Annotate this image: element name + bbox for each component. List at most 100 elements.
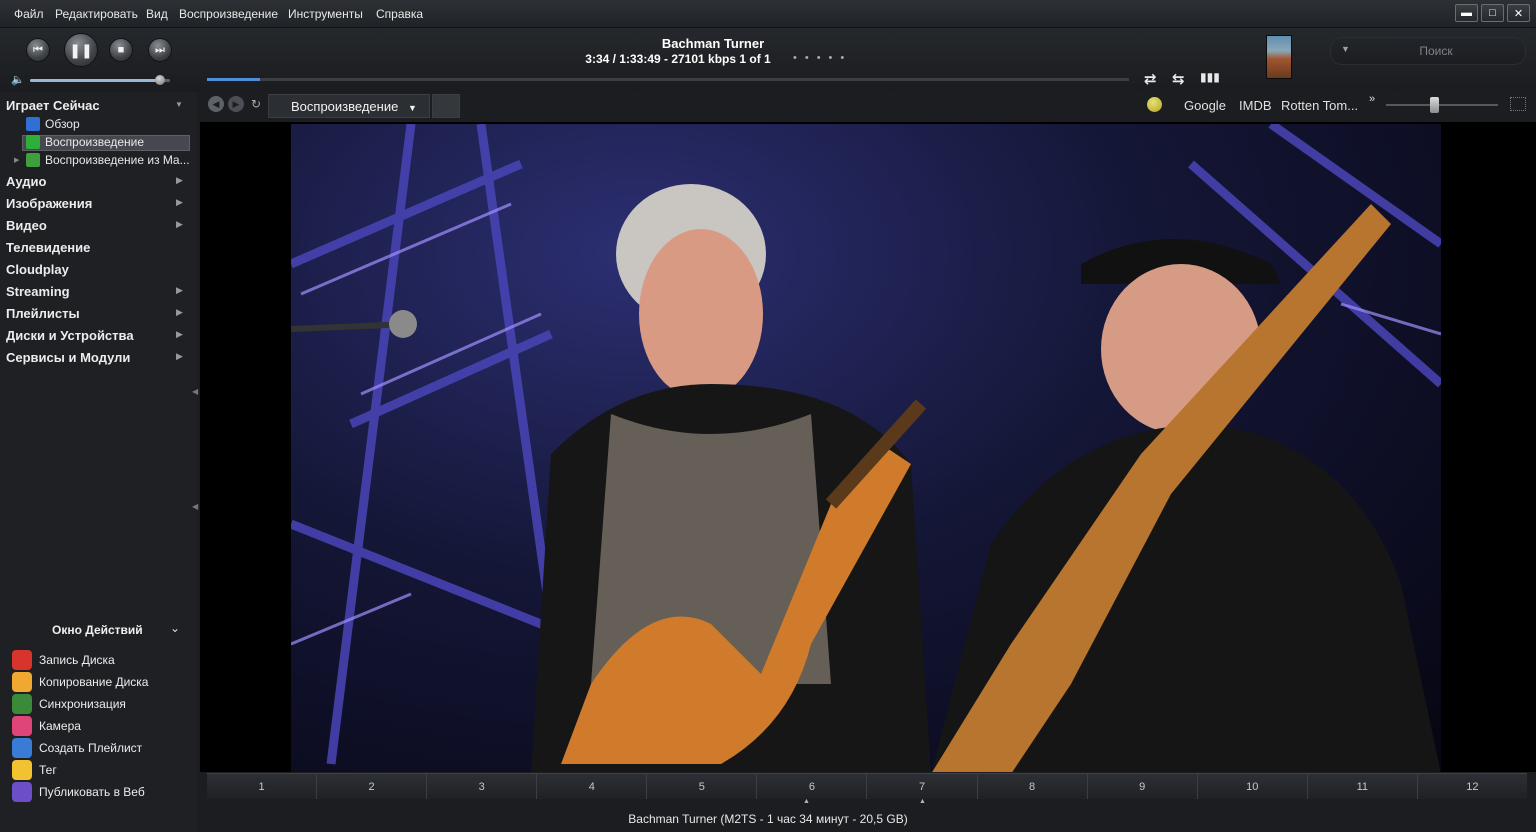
refresh-icon[interactable]: ↻ (248, 96, 264, 112)
search-dropdown-icon[interactable]: ▼ (1341, 44, 1350, 54)
action-rip-disc[interactable]: Копирование Диска (12, 672, 148, 692)
sidebar-item-label: Обзор (45, 117, 80, 131)
action-label: Синхронизация (39, 697, 126, 711)
maximize-button[interactable]: □ (1481, 4, 1504, 22)
chapter-marker[interactable]: 2 (317, 774, 428, 799)
menu-edit[interactable]: Редактировать (55, 7, 138, 21)
chapter-marker[interactable]: 9 (1088, 774, 1198, 799)
sidebar-item-playback-from[interactable]: Воспроизведение из Ma... (26, 153, 190, 169)
action-label: Запись Диска (39, 653, 115, 667)
track-title: Bachman Turner (661, 36, 765, 51)
action-window-title[interactable]: Окно Действий (52, 623, 143, 637)
next-icon: ⏭ (155, 43, 165, 56)
chapter-marker[interactable]: 4 (537, 774, 648, 799)
equalizer-icon[interactable]: ▮▮▮ (1200, 70, 1220, 84)
chapter-marker[interactable]: 10 (1198, 774, 1308, 799)
chevron-right-icon[interactable]: ▶ (176, 219, 183, 230)
chevron-down-icon: ▼ (407, 103, 417, 113)
minimize-button[interactable]: ▬ (1455, 4, 1478, 22)
menu-help[interactable]: Справка (376, 7, 423, 21)
zoom-slider[interactable] (1386, 104, 1498, 106)
pause-button[interactable]: ❚❚ (64, 33, 98, 67)
collapse-sidebar-icon[interactable]: ◀ (192, 502, 198, 511)
link-google[interactable]: Google (1184, 98, 1226, 113)
sidebar-item-drives-devices[interactable]: Диски и Устройства (6, 328, 134, 343)
close-button[interactable]: ✕ (1507, 4, 1530, 22)
seek-bar[interactable] (207, 78, 1129, 81)
more-links-icon[interactable]: » (1369, 93, 1375, 105)
sidebar-item-cloudplay[interactable]: Cloudplay (6, 262, 69, 277)
speaker-icon[interactable]: 🔈 (11, 73, 25, 86)
seek-progress (207, 78, 261, 81)
stop-button[interactable]: ■ (109, 38, 133, 62)
previous-button[interactable]: ⏮ (26, 38, 50, 62)
chevron-right-icon[interactable]: ▶ (176, 307, 183, 318)
rating-dots[interactable]: ••••• (793, 52, 852, 64)
action-burn-disc[interactable]: Запись Диска (12, 650, 115, 670)
menu-file[interactable]: Файл (14, 7, 44, 21)
action-sync[interactable]: Синхронизация (12, 694, 126, 714)
grid-icon[interactable] (1510, 97, 1526, 111)
link-imdb[interactable]: IMDB (1239, 98, 1272, 113)
repeat-icon[interactable]: ⇄ (1144, 70, 1157, 88)
chevron-down-icon[interactable]: ▼ (175, 100, 183, 109)
sidebar-item-tv[interactable]: Телевидение (6, 240, 90, 255)
chapter-marker[interactable]: 5 (647, 774, 758, 799)
publish-web-icon (12, 782, 32, 802)
chapter-indicator-icon: ▲ (803, 798, 810, 805)
zoom-knob[interactable] (1430, 97, 1439, 113)
action-label: Публиковать в Веб (39, 785, 145, 799)
chevron-down-icon[interactable]: ⌄ (170, 621, 180, 635)
chevron-right-icon[interactable]: ▶ (176, 329, 183, 340)
new-tab-button[interactable] (432, 94, 460, 118)
camera-icon (12, 716, 32, 736)
action-create-playlist[interactable]: Создать Плейлист (12, 738, 142, 758)
action-tag[interactable]: Тег (12, 760, 57, 780)
chapter-marker[interactable]: 7 (867, 774, 978, 799)
sync-icon (12, 694, 32, 714)
menu-playback[interactable]: Воспроизведение (179, 7, 278, 21)
chevron-right-icon[interactable]: ▶ (176, 175, 183, 186)
burn-disc-icon (12, 650, 32, 670)
sidebar-item-services-plugins[interactable]: Сервисы и Модули (6, 350, 130, 365)
status-dot-icon[interactable] (1147, 97, 1162, 112)
forward-icon[interactable]: ▶ (228, 96, 244, 112)
view-tab[interactable]: Воспроизведение ▼ (268, 94, 430, 118)
volume-slider[interactable] (30, 75, 170, 85)
shuffle-icon[interactable]: ⇆ (1172, 70, 1185, 88)
next-button[interactable]: ⏭ (148, 38, 172, 62)
link-rotten-tomatoes[interactable]: Rotten Tom... (1281, 98, 1358, 113)
volume-knob[interactable] (155, 75, 166, 85)
menu-view[interactable]: Вид (146, 7, 168, 21)
chapter-marker[interactable]: 12 (1418, 774, 1527, 799)
chapter-bar: 1 2 3 4 5 6 7 8 9 10 11 12 (207, 773, 1527, 799)
collapse-sidebar-icon[interactable]: ◀ (192, 387, 198, 396)
chapter-marker[interactable]: 6 (757, 774, 868, 799)
menu-tools[interactable]: Инструменты (288, 7, 363, 21)
sidebar-item-playback[interactable]: Воспроизведение (26, 135, 144, 151)
sidebar-item-video[interactable]: Видео (6, 218, 47, 233)
chapter-marker[interactable]: 8 (978, 774, 1088, 799)
chapter-marker[interactable]: 11 (1308, 774, 1418, 799)
sidebar-item-audio[interactable]: Аудио (6, 174, 46, 189)
status-bar: Bachman Turner (M2TS - 1 час 34 минут - … (628, 812, 908, 826)
expand-icon[interactable]: ▶ (14, 156, 19, 164)
search-input[interactable] (1361, 43, 1511, 59)
sidebar-item-streaming[interactable]: Streaming (6, 284, 70, 299)
chevron-right-icon[interactable]: ▶ (176, 351, 183, 362)
chevron-right-icon[interactable]: ▶ (176, 285, 183, 296)
album-art[interactable] (1266, 35, 1292, 79)
tag-icon (12, 760, 32, 780)
sidebar-item-playlists[interactable]: Плейлисты (6, 306, 80, 321)
chevron-right-icon[interactable]: ▶ (176, 197, 183, 208)
action-label: Тег (39, 763, 57, 777)
video-frame[interactable] (291, 124, 1441, 772)
chapter-marker[interactable]: 3 (427, 774, 538, 799)
sidebar-header-now-playing[interactable]: Играет Сейчас (6, 98, 100, 113)
sidebar-item-images[interactable]: Изображения (6, 196, 92, 211)
back-icon[interactable]: ◀ (208, 96, 224, 112)
action-publish-web[interactable]: Публиковать в Веб (12, 782, 145, 802)
chapter-marker[interactable]: 1 (207, 774, 318, 799)
action-camera[interactable]: Камера (12, 716, 81, 736)
sidebar-item-overview[interactable]: Обзор (26, 117, 80, 133)
